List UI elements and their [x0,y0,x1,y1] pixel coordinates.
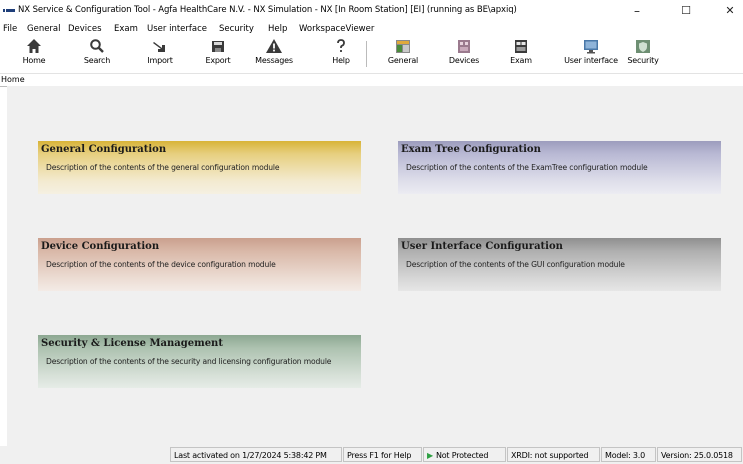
status-xrdi: XRDI: not supported [507,447,600,462]
toolbar-user-interface-button[interactable]: User interface [563,37,619,71]
export-icon [212,41,224,52]
menu-bar: File General Devices Exam User interface… [0,22,743,37]
toolbar-search-label: Search [83,56,111,65]
status-last-activated: Last activated on 1/27/2024 5:38:42 PM [170,447,342,462]
menu-general[interactable]: General [27,24,61,34]
user-interface-icon [584,40,598,54]
maximize-button[interactable]: ☐ [668,0,704,22]
menu-exam[interactable]: Exam [114,24,138,34]
home-icon [27,39,41,53]
title-bar: NX Service & Configuration Tool - Agfa H… [0,0,743,22]
toolbar-user-interface-label: User interface [564,56,618,65]
window-title: NX Service & Configuration Tool - Agfa H… [18,5,517,15]
exam-tree-configuration-card[interactable]: Exam Tree Configuration Description of t… [398,141,721,194]
main-content: General Configuration Description of the… [7,86,743,446]
toolbar-import-label: Import [147,56,173,65]
toolbar-export-label: Export [205,56,231,65]
toolbar-exam-label: Exam [510,56,532,65]
general-configuration-card[interactable]: General Configuration Description of the… [38,141,361,194]
security-license-management-card[interactable]: Security & License Management Descriptio… [38,335,361,388]
card-title: User Interface Configuration [401,241,563,252]
toolbar-separator [366,41,367,67]
menu-help[interactable]: Help [268,24,287,34]
card-description: Description of the contents of the GUI c… [406,260,625,269]
status-help-hint: Press F1 for Help [343,447,422,462]
security-icon [636,40,650,53]
minimize-button[interactable]: – [619,0,655,22]
exam-icon [515,40,527,53]
breadcrumb-bar: Home [0,73,743,87]
breadcrumb[interactable]: Home [1,75,25,84]
toolbar: Home Search Import Export Messages Help … [0,37,743,71]
device-configuration-card[interactable]: Device Configuration Description of the … [38,238,361,291]
card-title: Security & License Management [41,338,223,349]
status-protection: ▶ Not Protected [423,447,506,462]
toolbar-general-button[interactable]: General [385,37,421,71]
toolbar-devices-button[interactable]: Devices [444,37,484,71]
card-title: Device Configuration [41,241,160,252]
user-interface-configuration-card[interactable]: User Interface Configuration Description… [398,238,721,291]
menu-security[interactable]: Security [219,24,254,34]
status-version: Version: 25.0.0518 [657,447,742,462]
card-description: Description of the contents of the gener… [46,163,280,172]
toolbar-help-label: Help [332,56,350,65]
toolbar-general-label: General [387,56,419,65]
toolbar-help-button[interactable]: Help [326,37,356,71]
status-protection-text: Not Protected [435,451,489,460]
menu-file[interactable]: File [3,24,17,34]
toolbar-search-button[interactable]: Search [79,37,115,71]
toolbar-export-button[interactable]: Export [201,37,235,71]
menu-user-interface[interactable]: User interface [147,24,207,34]
toolbar-messages-button[interactable]: Messages [252,37,296,71]
close-button[interactable]: ✕ [712,0,743,22]
status-model: Model: 3.0 [601,447,656,462]
toolbar-home-button[interactable]: Home [17,37,51,71]
warning-icon [266,39,282,53]
toolbar-import-button[interactable]: Import [143,37,177,71]
card-title: General Configuration [41,144,167,155]
general-config-icon [396,40,410,53]
toolbar-security-button[interactable]: Security [625,37,661,71]
devices-icon [458,40,470,53]
menu-devices[interactable]: Devices [68,24,102,34]
card-description: Description of the contents of the ExamT… [406,163,648,172]
toolbar-exam-button[interactable]: Exam [506,37,536,71]
search-icon [90,39,104,53]
help-icon [337,39,345,52]
card-title: Exam Tree Configuration [401,144,541,155]
status-bar: Last activated on 1/27/2024 5:38:42 PM P… [0,446,743,464]
card-description: Description of the contents of the secur… [46,357,332,366]
toolbar-security-label: Security [627,56,659,65]
card-description: Description of the contents of the devic… [46,260,276,269]
toolbar-messages-label: Messages [255,56,293,65]
menu-workspaceviewer[interactable]: WorkspaceViewer [299,24,374,34]
toolbar-home-label: Home [22,56,46,65]
toolbar-devices-label: Devices [448,56,480,65]
play-icon: ▶ [427,451,433,460]
app-icon [3,9,15,12]
import-icon [153,42,165,52]
